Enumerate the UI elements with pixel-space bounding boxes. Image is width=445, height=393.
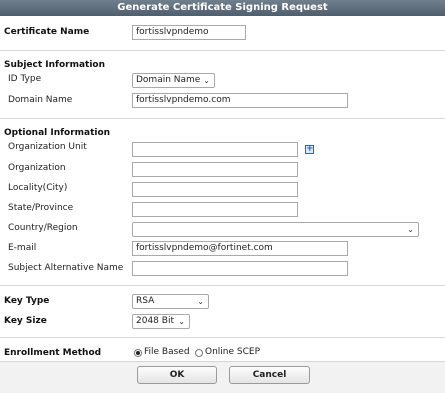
locality-label: Locality(City) [8, 183, 68, 193]
ok-button[interactable]: OK [137, 366, 217, 384]
organization-unit-label: Organization Unit [8, 142, 87, 152]
divider [0, 50, 445, 51]
button-bar [0, 361, 445, 393]
domain-name-label: Domain Name [8, 95, 73, 105]
enrollment-method-label: Enrollment Method [4, 348, 102, 358]
chevron-down-icon: ⌄ [203, 76, 210, 85]
online-scep-radio[interactable] [195, 349, 203, 357]
email-label: E-mail [8, 243, 37, 253]
key-size-label: Key Size [4, 316, 47, 326]
organization-unit-input[interactable] [132, 142, 298, 157]
key-size-value: 2048 Bit [136, 316, 174, 326]
key-type-label: Key Type [4, 296, 50, 306]
country-region-select[interactable]: ⌄ [132, 222, 419, 237]
state-province-label: State/Province [8, 203, 74, 213]
divider [0, 118, 445, 119]
certificate-name-label: Certificate Name [4, 27, 90, 37]
file-based-radio[interactable] [134, 349, 142, 357]
divider [0, 337, 445, 338]
subject-alternative-name-label: Subject Alternative Name [8, 263, 124, 273]
id-type-select[interactable]: Domain Name ⌄ [132, 73, 215, 88]
subject-information-heading: Subject Information [4, 60, 106, 70]
email-input[interactable]: fortisslvpndemo@fortinet.com [132, 241, 348, 256]
dialog-title: Generate Certificate Signing Request [0, 0, 445, 16]
key-size-select[interactable]: 2048 Bit ⌄ [132, 314, 190, 329]
organization-label: Organization [8, 163, 66, 173]
chevron-down-icon: ⌄ [407, 225, 414, 234]
domain-name-input[interactable]: fortisslvpndemo.com [132, 93, 348, 108]
key-type-value: RSA [136, 296, 155, 306]
plus-icon[interactable]: + [305, 145, 314, 154]
subject-alternative-name-input[interactable] [132, 261, 348, 276]
id-type-label: ID Type [8, 74, 42, 84]
country-region-label: Country/Region [8, 223, 78, 233]
chevron-down-icon: ⌄ [178, 317, 185, 326]
key-type-select[interactable]: RSA ⌄ [132, 294, 209, 309]
cancel-button[interactable]: Cancel [229, 366, 310, 384]
online-scep-label[interactable]: Online SCEP [205, 347, 260, 357]
optional-information-heading: Optional Information [4, 128, 111, 138]
divider [0, 285, 445, 286]
chevron-down-icon: ⌄ [197, 297, 204, 306]
certificate-name-input[interactable]: fortisslvpndemo [132, 25, 246, 40]
organization-input[interactable] [132, 162, 298, 177]
locality-input[interactable] [132, 182, 298, 197]
id-type-value: Domain Name [136, 75, 201, 85]
state-province-input[interactable] [132, 202, 298, 217]
file-based-label[interactable]: File Based [144, 347, 190, 357]
